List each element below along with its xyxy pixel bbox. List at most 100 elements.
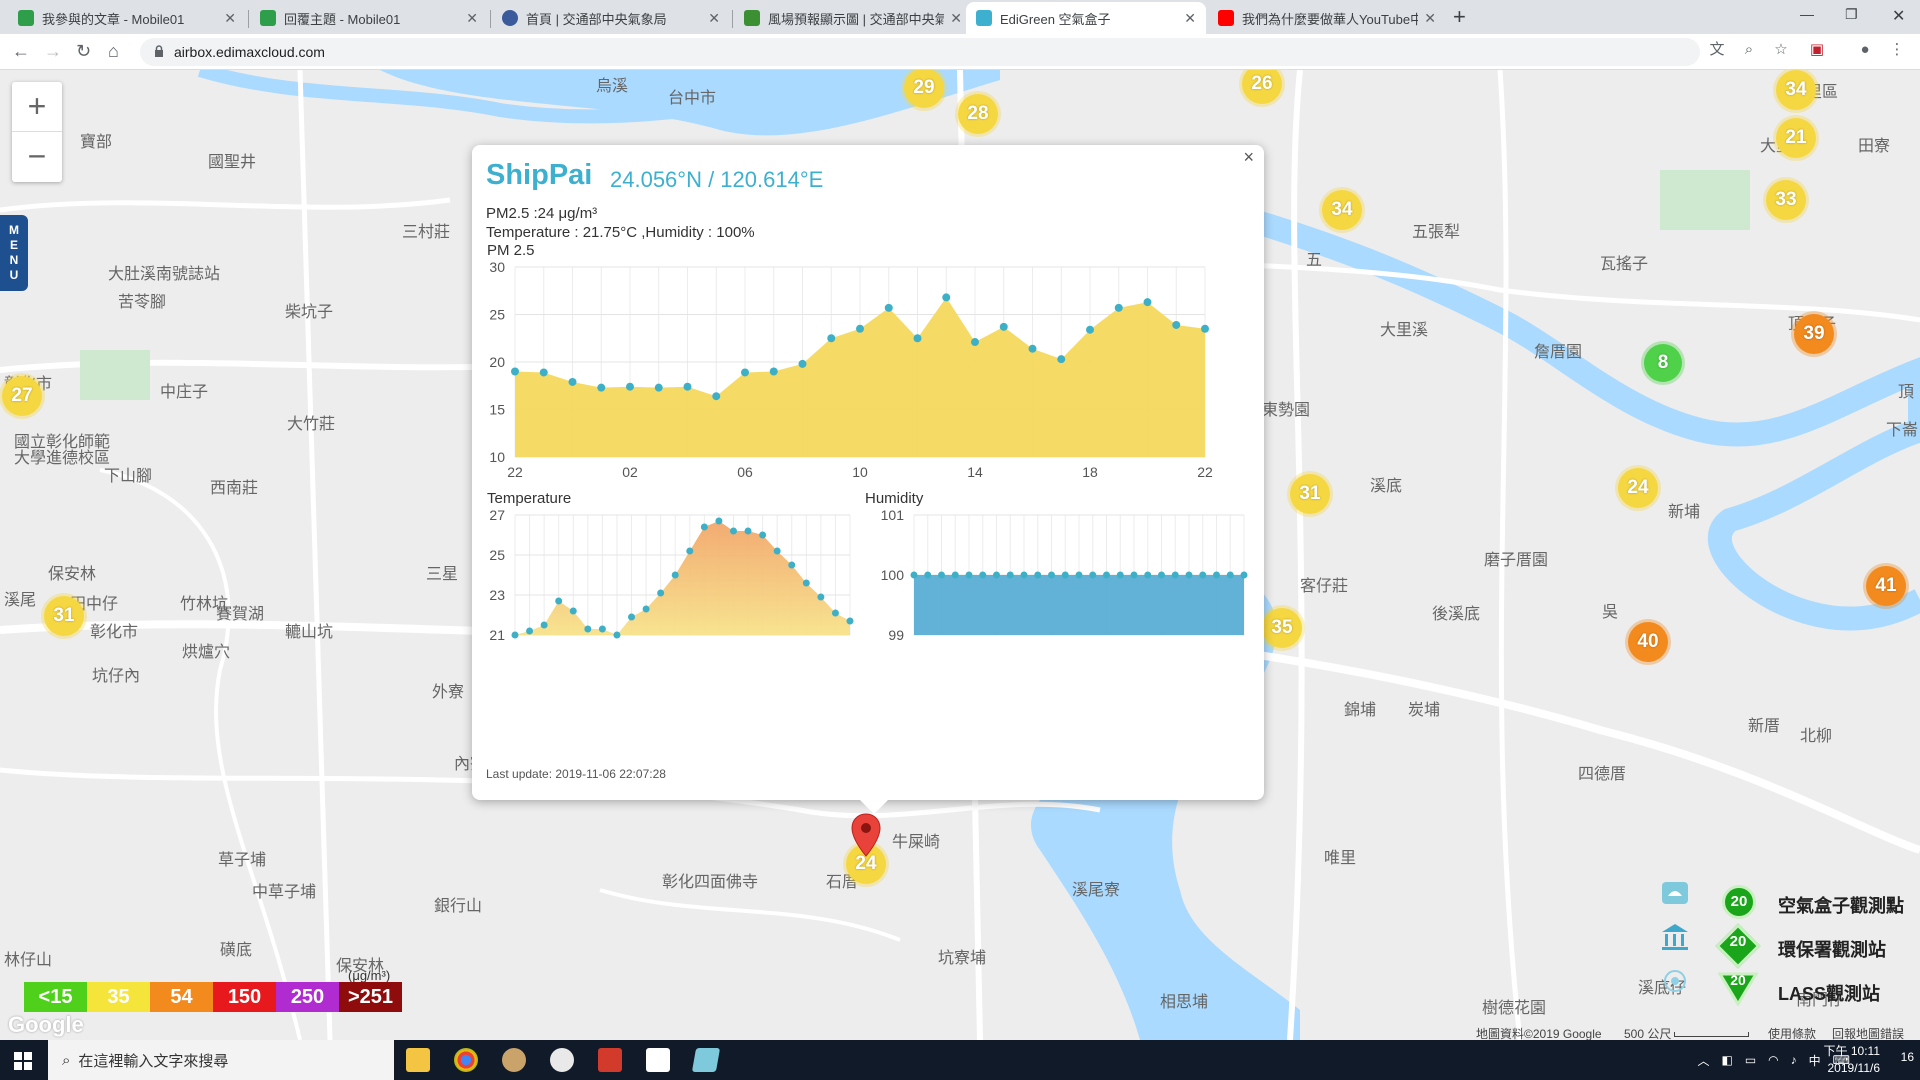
aqi-marker[interactable]: 41	[1866, 566, 1906, 606]
search-placeholder: 在這裡輸入文字來搜尋	[78, 1052, 229, 1070]
aqi-marker[interactable]: 27	[2, 376, 42, 416]
close-popup-button[interactable]: ×	[1243, 147, 1254, 168]
data-point	[1103, 571, 1110, 579]
place-label: 烘爐穴	[182, 644, 231, 661]
tab-mobile01-articles[interactable]: 我參與的文章 - Mobile01 ✕	[8, 2, 246, 34]
tab-cwb-home[interactable]: 首頁 | 交通部中央氣象局 ✕	[492, 2, 730, 34]
aqi-marker[interactable]: 31	[1290, 474, 1330, 514]
aqi-marker[interactable]: 31	[44, 596, 84, 636]
app-icon-3[interactable]	[598, 1048, 622, 1072]
taskbar-clock[interactable]: 下午 10:11 2019/11/6	[1824, 1043, 1880, 1077]
translate-icon[interactable]: 文	[1708, 41, 1726, 59]
tab-edigreen[interactable]: EdiGreen 空氣盒子 ✕	[966, 2, 1206, 34]
data-point	[686, 547, 694, 555]
app-icon-1[interactable]	[502, 1048, 526, 1072]
menu-kebab-icon[interactable]: ⋮	[1888, 41, 1906, 59]
data-point	[712, 392, 721, 401]
aqi-marker[interactable]: 34	[1776, 70, 1816, 110]
place-label: 銀行山	[434, 898, 483, 915]
zoom-icon[interactable]: ⌕	[1740, 41, 1758, 59]
place-label: 溪底	[1370, 478, 1403, 495]
tab-close-icon[interactable]: ✕	[1424, 10, 1436, 27]
tray-volume-icon[interactable]: ♪	[1791, 1053, 1797, 1067]
zoom-out-button[interactable]: −	[12, 132, 62, 182]
data-point	[965, 571, 973, 579]
chrome-icon[interactable]	[454, 1048, 478, 1072]
aqi-marker[interactable]: 40	[1628, 622, 1668, 662]
menu-button[interactable]: MENU	[0, 215, 28, 291]
profile-icon[interactable]: ●	[1856, 41, 1874, 59]
place-label: 烏溪	[596, 78, 629, 95]
tray-chevron-icon[interactable]: ︿	[1697, 1052, 1709, 1069]
lass-badge: 20	[1730, 972, 1746, 988]
back-button[interactable]: ←	[12, 40, 30, 62]
data-point	[741, 368, 749, 377]
zoom-in-button[interactable]: +	[12, 82, 62, 132]
bookmark-star-icon[interactable]: ☆	[1772, 41, 1790, 59]
place-label: 後溪底	[1432, 606, 1481, 623]
mobile01-favicon-icon	[18, 10, 34, 26]
data-point	[1006, 571, 1014, 579]
x-tick-label: 02	[622, 464, 638, 480]
photos-icon[interactable]	[646, 1048, 670, 1072]
tab-youtube[interactable]: 我們為什麼要做華人YouTube中 ✕	[1208, 2, 1446, 34]
y-tick-label: 20	[489, 354, 505, 370]
place-label: 相思埔	[1160, 994, 1209, 1011]
app-icon-4[interactable]	[691, 1048, 721, 1072]
data-point	[1034, 571, 1042, 579]
y-tick-label: 15	[489, 402, 505, 418]
aqi-marker[interactable]: 39	[1794, 314, 1834, 354]
y-tick-label: 23	[489, 587, 505, 603]
data-point	[744, 527, 752, 535]
taskbar-search-box[interactable]: ⌕ 在這裡輸入文字來搜尋	[48, 1040, 394, 1080]
data-point	[1240, 571, 1248, 579]
pm25-chart: 10 15 20 25 30 22 02 06 10 14 18 22	[489, 259, 1213, 480]
tray-security-icon[interactable]: ◧	[1721, 1053, 1732, 1067]
aqi-marker[interactable]: 33	[1766, 180, 1806, 220]
new-tab-button[interactable]: +	[1453, 6, 1466, 28]
aqi-marker[interactable]: 21	[1776, 118, 1816, 158]
map-canvas[interactable]: 寶部國聖井三村莊大肚溪南號誌站苦苓腳柴坑子彰化市中庄子國立彰化師範大學進德校區大…	[0, 70, 1920, 1040]
tray-battery-icon[interactable]: ▭	[1745, 1053, 1756, 1067]
tab-mobile01-reply[interactable]: 回覆主題 - Mobile01 ✕	[250, 2, 488, 34]
lass-station-icon	[1664, 970, 1686, 992]
tab-cwb-wind[interactable]: 風場預報顯示圖 | 交通部中央氣象局 ✕	[734, 2, 972, 34]
tray-network-icon[interactable]: ◠	[1768, 1053, 1778, 1067]
tab-close-icon[interactable]: ✕	[1184, 10, 1196, 27]
tab-title: 回覆主題 - Mobile01	[284, 11, 401, 27]
tab-close-icon[interactable]: ✕	[950, 10, 962, 27]
aqi-marker[interactable]: 34	[1322, 190, 1362, 230]
home-button[interactable]: ⌂	[108, 40, 119, 62]
close-window-button[interactable]: ✕	[1892, 6, 1905, 26]
place-label: 唯里	[1324, 850, 1357, 867]
restore-button[interactable]: ❐	[1845, 6, 1858, 23]
tab-close-icon[interactable]: ✕	[224, 10, 236, 27]
aqi-marker[interactable]: 35	[1262, 608, 1302, 648]
notification-count[interactable]: 16	[1901, 1050, 1914, 1064]
file-explorer-icon[interactable]	[406, 1048, 430, 1072]
aqi-marker[interactable]: 28	[958, 94, 998, 134]
address-bar[interactable]: airbox.edimaxcloud.com	[140, 38, 1700, 66]
location-pin-icon[interactable]	[850, 812, 882, 858]
tab-close-icon[interactable]: ✕	[466, 10, 478, 27]
reload-button[interactable]: ↻	[76, 40, 91, 62]
aqi-marker[interactable]: 8	[1644, 344, 1682, 382]
terms-link[interactable]: 使用條款	[1768, 1025, 1816, 1040]
report-error-link[interactable]: 回報地圖錯誤	[1832, 1025, 1904, 1040]
clock-time: 下午 10:11	[1823, 1044, 1880, 1058]
ime-indicator[interactable]: 中	[1809, 1052, 1821, 1069]
url-text: airbox.edimaxcloud.com	[174, 44, 325, 60]
windows-taskbar: ⌕ 在這裡輸入文字來搜尋 ︿ ◧ ▭ ◠ ♪ 中 ⌨ 下午 10:11 2019…	[0, 1040, 1920, 1080]
app-icon-2[interactable]	[550, 1048, 574, 1072]
place-label: 炭埔	[1408, 702, 1441, 719]
minimize-button[interactable]: —	[1800, 6, 1814, 22]
place-label: 坑寮埔	[938, 950, 987, 967]
data-point	[1057, 355, 1066, 364]
windows-start-icon[interactable]	[14, 1052, 32, 1070]
place-label: 新埔	[1668, 504, 1701, 521]
forward-button[interactable]: →	[44, 40, 62, 62]
epa-badge: 20	[1729, 933, 1747, 950]
aqi-marker[interactable]: 24	[1618, 468, 1658, 508]
extension-icon[interactable]: ▣	[1808, 41, 1826, 59]
tab-close-icon[interactable]: ✕	[708, 10, 720, 27]
